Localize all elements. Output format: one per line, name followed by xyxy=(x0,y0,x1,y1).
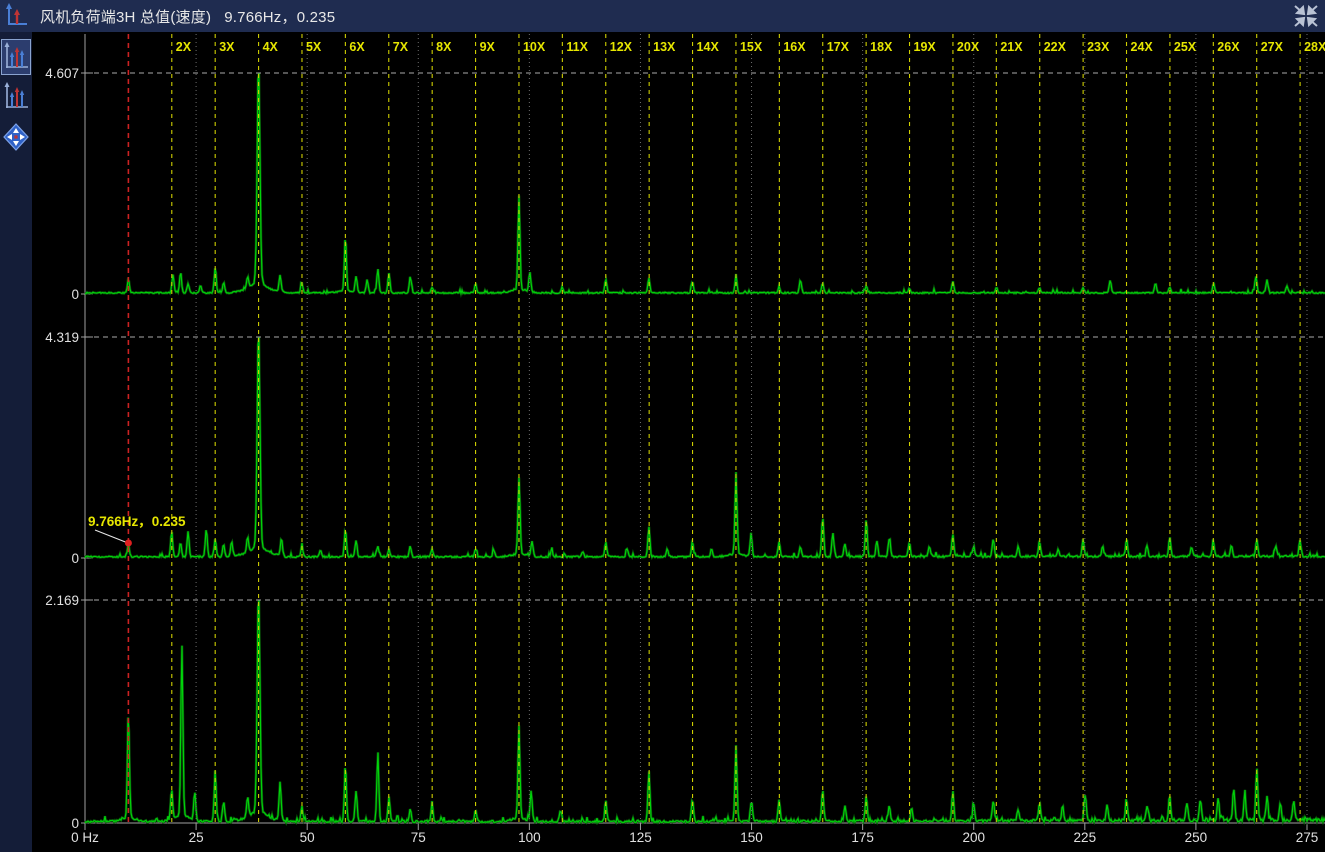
spectrum-chart-icon xyxy=(3,2,31,30)
harmonic-label: 14X xyxy=(697,40,720,54)
multi-spectrum-icon xyxy=(3,82,29,112)
harmonic-label: 8X xyxy=(436,40,452,54)
x-tick-label: 175 xyxy=(851,830,874,845)
collapse-icon[interactable] xyxy=(1293,4,1319,28)
cursor-point[interactable] xyxy=(125,539,132,546)
harmonic-label: 27X xyxy=(1261,40,1284,54)
x-tick-label: 0 Hz xyxy=(71,830,99,845)
harmonic-label: 10X xyxy=(523,40,546,54)
x-tick-label: 100 xyxy=(518,830,541,845)
harmonic-label: 25X xyxy=(1174,40,1197,54)
window-title: 风机负荷端3H 总值(速度) 9.766Hz，0.235 xyxy=(40,6,335,27)
spectrum-bottom-trace xyxy=(85,600,1325,823)
harmonic-label: 20X xyxy=(957,40,980,54)
y-max-label: 4.607 xyxy=(45,66,79,81)
multi-spectrum-icon xyxy=(3,42,29,72)
spectrum-bottom-glow xyxy=(85,600,1325,823)
multi-spectrum-tool-selected[interactable] xyxy=(1,39,31,75)
cursor-annotation: 9.766Hz，0.235 xyxy=(88,514,186,529)
y-max-label: 4.319 xyxy=(45,330,79,345)
title-bar: 风机负荷端3H 总值(速度) 9.766Hz，0.235 xyxy=(0,0,1325,32)
y-zero-label: 0 xyxy=(71,816,79,831)
harmonic-label: 18X xyxy=(870,40,893,54)
spectrum-middle-glow xyxy=(85,337,1325,558)
x-tick-label: 275 xyxy=(1296,830,1319,845)
harmonic-label: 9X xyxy=(480,40,496,54)
harmonic-label: 19X xyxy=(914,40,937,54)
y-zero-label: 0 xyxy=(71,551,79,566)
harmonic-label: 26X xyxy=(1217,40,1240,54)
harmonic-label: 16X xyxy=(783,40,806,54)
pan-tool[interactable] xyxy=(1,119,31,155)
harmonic-label: 6X xyxy=(349,40,365,54)
harmonic-label: 23X xyxy=(1087,40,1110,54)
y-max-label: 2.169 xyxy=(45,593,79,608)
harmonic-label: 4X xyxy=(263,40,279,54)
harmonic-label: 5X xyxy=(306,40,322,54)
spectrum-plot-area[interactable]: 2X 3X 4X 5X 6X 7X 8X 9X 10X 11X 12X 13X 14X 15X 16X 17X… xyxy=(32,32,1325,852)
spectrum-top-glow xyxy=(85,73,1325,294)
x-tick-label: 225 xyxy=(1074,830,1097,845)
harmonic-label: 12X xyxy=(610,40,633,54)
x-tick-label: 50 xyxy=(300,830,315,845)
x-tick-label: 150 xyxy=(740,830,763,845)
harmonic-label: 11X xyxy=(566,40,588,54)
multi-spectrum-tool[interactable] xyxy=(1,79,31,115)
toolbar-sidebar xyxy=(0,32,32,852)
spectrum-middle-trace xyxy=(85,337,1325,558)
harmonic-label: 24X xyxy=(1131,40,1154,54)
y-zero-label: 0 xyxy=(71,287,79,302)
harmonic-label: 7X xyxy=(393,40,409,54)
x-tick-label: 125 xyxy=(629,830,652,845)
harmonic-label: 17X xyxy=(827,40,850,54)
x-tick-label: 200 xyxy=(962,830,985,845)
harmonic-label: 28X xyxy=(1304,40,1325,54)
x-tick-label: 25 xyxy=(189,830,204,845)
spectrum-top-trace xyxy=(85,73,1325,294)
harmonic-label: 15X xyxy=(740,40,763,54)
harmonic-label: 22X xyxy=(1044,40,1067,54)
x-tick-label: 250 xyxy=(1185,830,1208,845)
harmonic-label: 3X xyxy=(219,40,235,54)
x-tick-label: 75 xyxy=(411,830,426,845)
move-diamond-icon xyxy=(2,122,30,152)
cursor-leader-line xyxy=(95,530,125,542)
harmonic-label: 2X xyxy=(176,40,192,54)
harmonic-label: 13X xyxy=(653,40,676,54)
harmonic-label: 21X xyxy=(1000,40,1023,54)
